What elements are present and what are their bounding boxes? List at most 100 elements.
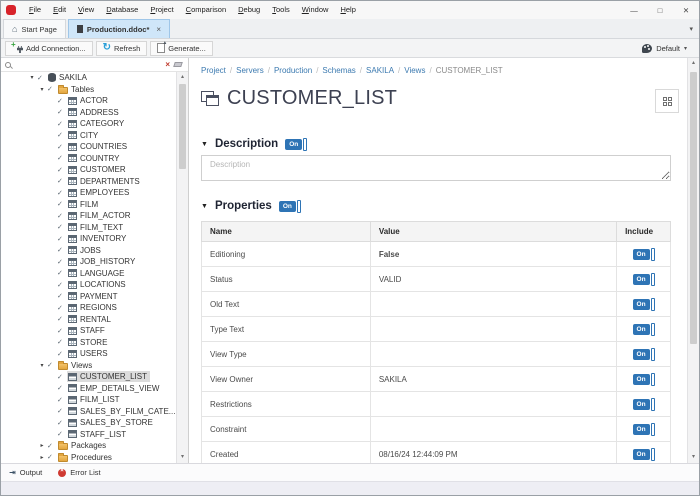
checkbox-checked-icon[interactable]: ✓ [47, 85, 57, 93]
tree-item-customer[interactable]: ✓CUSTOMER [1, 164, 176, 176]
tree-item-emp-details-view[interactable]: ✓EMP_DETAILS_VIEW [1, 383, 176, 395]
checkbox-checked-icon[interactable]: ✓ [57, 258, 67, 266]
tree-item-job-history[interactable]: ✓JOB_HISTORY [1, 256, 176, 268]
include-toggle[interactable]: On [633, 323, 655, 336]
tree-item-employees[interactable]: ✓EMPLOYEES [1, 187, 176, 199]
tree-item-actor[interactable]: ✓ACTOR [1, 95, 176, 107]
maximize-button[interactable]: □ [647, 1, 673, 19]
tree-item-departments[interactable]: ✓DEPARTMENTS [1, 176, 176, 188]
breadcrumb-item[interactable]: Views [404, 66, 425, 75]
menu-window[interactable]: Window [296, 1, 335, 19]
checkbox-checked-icon[interactable]: ✓ [57, 373, 67, 381]
tree-node[interactable]: STAFF_LIST [67, 429, 129, 440]
checkbox-checked-icon[interactable]: ✓ [57, 384, 67, 392]
checkbox-checked-icon[interactable]: ✓ [57, 292, 67, 300]
menu-edit[interactable]: Edit [47, 1, 72, 19]
tree-item-film-actor[interactable]: ✓FILM_ACTOR [1, 210, 176, 222]
checkbox-checked-icon[interactable]: ✓ [57, 212, 67, 220]
tree-item-sales-by-store[interactable]: ✓SALES_BY_STORE [1, 417, 176, 429]
menu-database[interactable]: Database [100, 1, 144, 19]
tree-item-customer-list[interactable]: ✓CUSTOMER_LIST [1, 371, 176, 383]
tree-item-inventory[interactable]: ✓INVENTORY [1, 233, 176, 245]
include-toggle[interactable]: On [633, 273, 655, 286]
eraser-icon[interactable] [173, 62, 183, 67]
tree-item-regions[interactable]: ✓REGIONS [1, 302, 176, 314]
scroll-down-icon[interactable]: ▾ [177, 452, 188, 463]
checkbox-checked-icon[interactable]: ✓ [57, 246, 67, 254]
tree-node[interactable]: FILM_TEXT [67, 222, 126, 233]
tree-item-tables[interactable]: ▾✓Tables [1, 84, 176, 96]
tree-item-language[interactable]: ✓LANGUAGE [1, 268, 176, 280]
checkbox-checked-icon[interactable]: ✓ [57, 108, 67, 116]
tree-node[interactable]: Procedures [57, 452, 115, 463]
tab-start-page[interactable]: ⌂ Start Page [3, 19, 66, 38]
property-value[interactable]: SAKILA [370, 367, 616, 392]
tree-item-address[interactable]: ✓ADDRESS [1, 107, 176, 119]
refresh-button[interactable]: ↻ Refresh [96, 41, 148, 56]
tree-node[interactable]: SALES_BY_FILM_CATE... [67, 406, 178, 417]
checkbox-checked-icon[interactable]: ✓ [57, 327, 67, 335]
tree-item-film[interactable]: ✓FILM [1, 199, 176, 211]
tree-item-sakila[interactable]: ▾✓SAKILA [1, 72, 176, 84]
tree-item-locations[interactable]: ✓LOCATIONS [1, 279, 176, 291]
tree-node[interactable]: DEPARTMENTS [67, 176, 143, 187]
tree-node[interactable]: USERS [67, 348, 111, 359]
expander-icon[interactable]: ▸ [37, 442, 47, 449]
checkbox-checked-icon[interactable]: ✓ [57, 269, 67, 277]
checkbox-checked-icon[interactable]: ✓ [57, 350, 67, 358]
tree-item-rental[interactable]: ✓RENTAL [1, 314, 176, 326]
scroll-up-icon[interactable]: ▴ [177, 72, 188, 83]
tab-production-ddoc[interactable]: Production.ddoc* × [68, 19, 170, 38]
collapse-arrow-icon[interactable]: ▼ [201, 141, 208, 148]
checkbox-checked-icon[interactable]: ✓ [57, 131, 67, 139]
scroll-up-icon[interactable]: ▴ [688, 58, 699, 69]
tree-item-staff[interactable]: ✓STAFF [1, 325, 176, 337]
tree-node[interactable]: EMPLOYEES [67, 187, 132, 198]
clear-search-icon[interactable]: × [165, 61, 170, 69]
breadcrumb-item[interactable]: SAKILA [366, 66, 394, 75]
include-toggle[interactable]: On [633, 448, 655, 461]
tree-node[interactable]: SAKILA [47, 72, 90, 83]
tree-item-payment[interactable]: ✓PAYMENT [1, 291, 176, 303]
scrollbar-thumb[interactable] [690, 72, 697, 344]
description-input[interactable] [201, 155, 671, 181]
tree-node[interactable]: STAFF [67, 325, 108, 336]
tree-item-store[interactable]: ✓STORE [1, 337, 176, 349]
breadcrumb-item[interactable]: Production [274, 66, 312, 75]
layout-grid-button[interactable] [655, 89, 679, 113]
include-toggle[interactable]: On [633, 298, 655, 311]
tree-node[interactable]: Tables [57, 84, 97, 95]
expander-icon[interactable]: ▾ [27, 74, 37, 81]
menu-help[interactable]: Help [334, 1, 361, 19]
description-section-header[interactable]: ▼ Description On [201, 137, 671, 151]
tree-item-film-list[interactable]: ✓FILM_LIST [1, 394, 176, 406]
collapse-arrow-icon[interactable]: ▼ [201, 203, 208, 210]
tab-list-dropdown-icon[interactable]: ▾ [689, 25, 693, 33]
checkbox-checked-icon[interactable]: ✓ [57, 315, 67, 323]
tree-node[interactable]: FILM_LIST [67, 394, 123, 405]
tree-item-country[interactable]: ✓COUNTRY [1, 153, 176, 165]
tree-scrollbar[interactable]: ▴ ▾ [176, 72, 188, 463]
checkbox-checked-icon[interactable]: ✓ [57, 338, 67, 346]
checkbox-checked-icon[interactable]: ✓ [57, 166, 67, 174]
tree-node[interactable]: COUNTRIES [67, 141, 130, 152]
tree-node[interactable]: RENTAL [67, 314, 114, 325]
error-list-tab[interactable]: Error List [58, 468, 100, 477]
scrollbar-thumb[interactable] [179, 84, 186, 169]
checkbox-checked-icon[interactable]: ✓ [57, 97, 67, 105]
tree-node[interactable]: Views [57, 360, 95, 371]
tree-node[interactable]: JOBS [67, 245, 104, 256]
tree-node[interactable]: SALES_BY_STORE [67, 417, 156, 428]
checkbox-checked-icon[interactable]: ✓ [47, 453, 57, 461]
tree-item-packages[interactable]: ▸✓Packages [1, 440, 176, 452]
include-toggle[interactable]: On [633, 423, 655, 436]
include-toggle[interactable]: On [633, 248, 655, 261]
checkbox-checked-icon[interactable]: ✓ [57, 177, 67, 185]
output-tab[interactable]: ⇥ Output [9, 468, 42, 477]
checkbox-checked-icon[interactable]: ✓ [37, 74, 47, 82]
checkbox-checked-icon[interactable]: ✓ [57, 281, 67, 289]
tree-node[interactable]: ACTOR [67, 95, 111, 106]
tree-node[interactable]: PAYMENT [67, 291, 120, 302]
include-toggle[interactable]: On [633, 398, 655, 411]
checkbox-checked-icon[interactable]: ✓ [57, 223, 67, 231]
